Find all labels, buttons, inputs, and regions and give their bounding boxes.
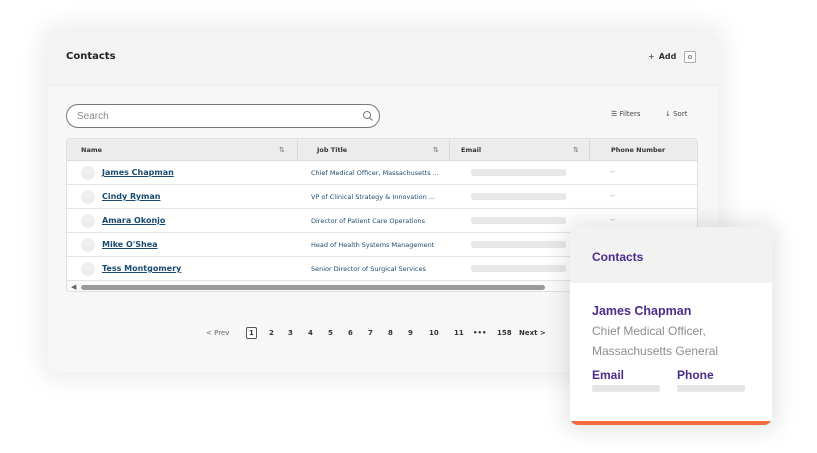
detail-card-header: Contacts <box>570 227 772 283</box>
job-title-cell: Head of Health Systems Management <box>311 241 435 249</box>
scrollbar-thumb[interactable] <box>81 285 545 290</box>
contact-name-link[interactable]: Mike O'Shea <box>102 240 158 249</box>
page-title: Contacts <box>66 51 116 62</box>
detail-contact-name: James Chapman <box>592 304 692 318</box>
column-header-name[interactable]: Name <box>81 146 102 154</box>
column-header-job-title[interactable]: Job Title <box>317 146 347 154</box>
sort-arrow-icon: ↓ <box>665 110 671 118</box>
detail-job-title: Chief Medical Officer, Massachusetts Gen… <box>592 324 719 358</box>
page-button[interactable]: 2 <box>269 329 274 337</box>
column-header-email[interactable]: Email <box>461 146 481 154</box>
add-contact-button[interactable]: + Add <box>648 52 676 61</box>
avatar <box>81 262 95 276</box>
page-button[interactable]: 158 <box>497 329 512 337</box>
page-button[interactable]: 9 <box>408 329 413 337</box>
page-button[interactable]: 7 <box>368 329 373 337</box>
add-label: Add <box>658 52 677 61</box>
page-button[interactable]: 11 <box>454 329 464 337</box>
table-header: Name ⇅ Job Title ⇅ Email ⇅ Phone Number <box>67 139 697 161</box>
filters-button[interactable]: ☰ Filters <box>611 110 641 118</box>
table-row[interactable]: James Chapman Chief Medical Officer, Mas… <box>67 161 697 185</box>
page-button[interactable]: 8 <box>388 329 393 337</box>
email-placeholder <box>471 193 566 200</box>
avatar <box>81 190 95 204</box>
plus-icon: + <box>648 52 655 61</box>
search-icon[interactable] <box>362 110 374 122</box>
scroll-left-icon[interactable]: ◀ <box>71 283 76 291</box>
page-button[interactable]: 5 <box>328 329 333 337</box>
sort-toggle-icon[interactable]: ⇅ <box>573 146 579 154</box>
job-title-cell: Director of Patient Care Operations <box>311 217 426 225</box>
phone-cell: -- <box>610 168 616 176</box>
sort-button[interactable]: ↓ Sort <box>665 110 687 118</box>
page-button[interactable]: 3 <box>288 329 293 337</box>
column-divider <box>589 139 590 161</box>
email-placeholder <box>471 241 566 248</box>
phone-cell: -- <box>610 216 616 224</box>
column-divider <box>449 139 450 161</box>
detail-email-placeholder <box>592 385 660 392</box>
accent-bar <box>570 421 772 425</box>
sort-label: Sort <box>673 110 688 118</box>
next-page-button[interactable]: Next > <box>519 329 546 337</box>
page-button[interactable]: 6 <box>348 329 353 337</box>
sort-toggle-icon[interactable]: ⇅ <box>433 146 439 154</box>
avatar <box>81 214 95 228</box>
prev-page-button[interactable]: < Prev <box>206 329 229 337</box>
settings-button[interactable] <box>684 51 696 63</box>
contact-name-link[interactable]: Amara Okonjo <box>102 216 165 225</box>
gear-icon <box>688 55 692 59</box>
contact-name-link[interactable]: James Chapman <box>102 168 174 177</box>
filters-label: Filters <box>619 110 641 118</box>
page-button[interactable]: 10 <box>429 329 439 337</box>
sort-toggle-icon[interactable]: ⇅ <box>279 146 285 154</box>
detail-email-label: Email <box>592 368 625 382</box>
job-title-cell: VP of Clinical Strategy & Innovation ... <box>311 193 435 201</box>
column-divider <box>297 139 298 161</box>
column-header-phone-number[interactable]: Phone Number <box>611 146 665 154</box>
email-placeholder <box>471 265 566 272</box>
panel-header: Contacts + Add <box>48 32 718 86</box>
table-row[interactable]: Cindy Ryman VP of Clinical Strategy & In… <box>67 185 697 209</box>
contact-name-link[interactable]: Cindy Ryman <box>102 192 160 201</box>
search-input[interactable] <box>77 109 337 124</box>
email-placeholder <box>471 169 566 176</box>
page-button[interactable]: 4 <box>308 329 313 337</box>
avatar <box>81 238 95 252</box>
contact-name-link[interactable]: Tess Montgomery <box>102 264 181 273</box>
pagination-ellipsis: ••• <box>473 329 487 337</box>
detail-phone-label: Phone <box>677 368 714 382</box>
phone-cell: -- <box>610 192 616 200</box>
job-title-cell: Senior Director of Surgical Services <box>311 265 426 273</box>
detail-phone-placeholder <box>677 385 745 392</box>
page-button-current[interactable]: 1 <box>246 327 257 339</box>
avatar <box>81 166 95 180</box>
detail-card-title: Contacts <box>592 250 644 264</box>
search-field[interactable] <box>66 104 380 128</box>
job-title-cell: Chief Medical Officer, Massachusetts ... <box>311 169 439 177</box>
contact-detail-card: Contacts James Chapman Chief Medical Off… <box>570 227 772 425</box>
filter-icon: ☰ <box>611 110 618 118</box>
email-placeholder <box>471 217 566 224</box>
